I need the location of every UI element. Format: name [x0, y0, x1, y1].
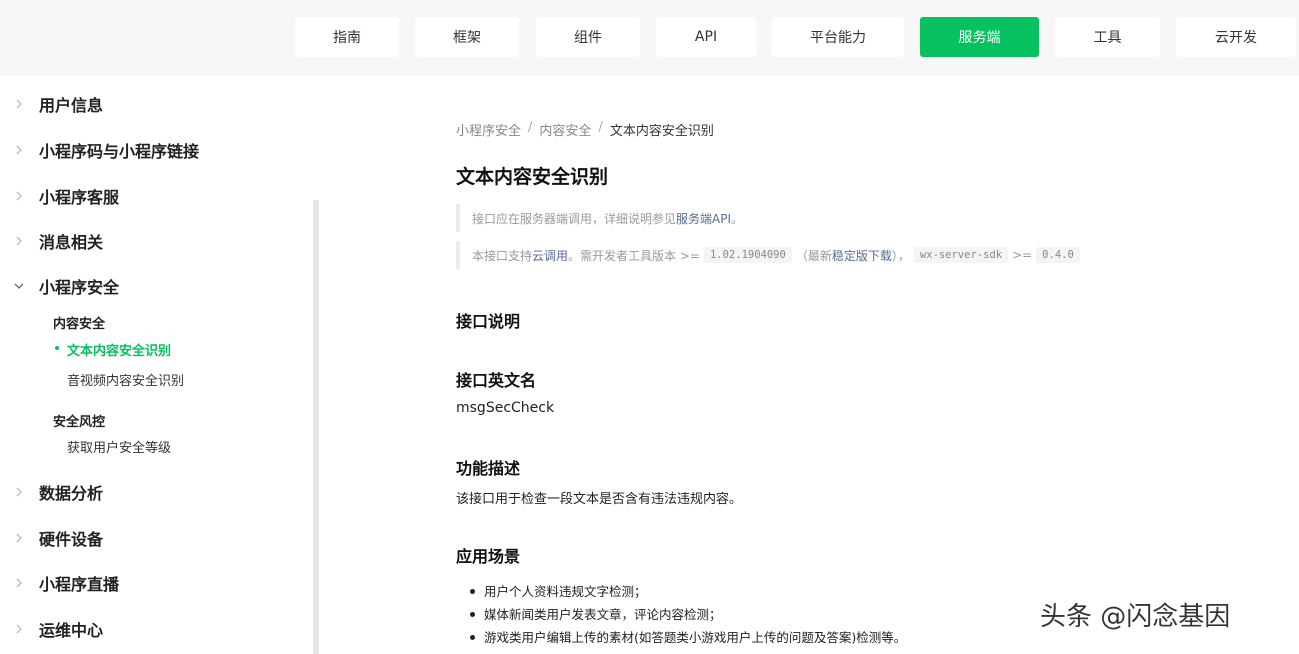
breadcrumb-link[interactable]: 小程序安全 — [456, 120, 521, 139]
chevron-right-icon — [16, 487, 22, 497]
tab-tools[interactable]: 工具 — [1055, 17, 1160, 57]
chevron-right-icon — [16, 624, 22, 634]
sidebar-scrollbar[interactable] — [313, 200, 319, 654]
main-content: 小程序安全 / 内容安全 / 文本内容安全识别 文本内容安全识别 接口应在服务器… — [320, 76, 1299, 654]
sidebar-item-label: 小程序码与小程序链接 — [39, 142, 200, 161]
sidebar-item-label: 运维中心 — [39, 621, 104, 640]
scenario-list: 用户个人资料违规文字检测； 媒体新闻类用户发表文章，评论内容检测； 游戏类用户编… — [468, 580, 906, 649]
section-heading-scenarios: 应用场景 — [456, 547, 521, 566]
section-heading-function: 功能描述 — [456, 459, 521, 478]
sidebar-item-customer-service[interactable]: 小程序客服 — [0, 181, 300, 211]
tab-framework[interactable]: 框架 — [415, 17, 519, 57]
sidebar-item-live[interactable]: 小程序直播 — [0, 568, 300, 598]
sdk-name-code: wx-server-sdk — [913, 247, 1009, 263]
current-item-dot-icon — [55, 346, 59, 350]
tab-cloud-dev[interactable]: 云开发 — [1176, 17, 1296, 57]
cloud-call-tip: 本接口支持 云调用 。需开发者工具版本 >= 1.02.1904090 （最新 … — [456, 241, 1136, 269]
tip-text: 。 — [731, 211, 744, 226]
interface-english-name: msgSecCheck — [456, 400, 555, 416]
tip-text: >= — [1012, 248, 1033, 262]
top-navigation-bar: 指南 框架 组件 API 平台能力 服务端 工具 云开发 — [0, 0, 1299, 76]
chevron-right-icon — [16, 99, 22, 109]
sidebar-item-label: 消息相关 — [39, 233, 104, 252]
sidebar: 用户信息 小程序码与小程序链接 小程序客服 消息相关 小程序安全 内容安全 文本… — [0, 76, 313, 654]
tab-platform-capability[interactable]: 平台能力 — [772, 17, 904, 57]
sidebar-item-security[interactable]: 小程序安全 — [0, 271, 300, 301]
sidebar-item-label: 数据分析 — [39, 484, 104, 503]
server-api-link[interactable]: 服务端API — [676, 210, 731, 227]
sidebar-group-risk-control[interactable]: 安全风控 — [53, 411, 105, 430]
function-description: 该接口用于检查一段文本是否含有违法违规内容。 — [456, 492, 743, 507]
sidebar-item-label: 用户信息 — [39, 96, 104, 115]
page-title: 文本内容安全识别 — [456, 166, 609, 188]
breadcrumb-separator: / — [528, 120, 533, 135]
tip-text: （最新 — [795, 248, 832, 263]
sidebar-item-label: 小程序直播 — [39, 575, 120, 594]
tab-server[interactable]: 服务端 — [920, 17, 1039, 57]
tab-guide[interactable]: 指南 — [295, 17, 399, 57]
sidebar-item-hardware[interactable]: 硬件设备 — [0, 523, 300, 553]
sidebar-item-label: 小程序客服 — [39, 188, 120, 207]
chevron-right-icon — [16, 145, 22, 155]
sidebar-subitem-text-security[interactable]: 文本内容安全识别 — [67, 340, 171, 359]
list-item: 用户个人资料违规文字检测； — [468, 580, 906, 603]
section-heading-english-name: 接口英文名 — [456, 371, 537, 390]
breadcrumb-link[interactable]: 内容安全 — [539, 120, 591, 139]
sidebar-item-qrcode-links[interactable]: 小程序码与小程序链接 — [0, 135, 300, 165]
chevron-right-icon — [16, 236, 22, 246]
tip-text: ）， — [891, 248, 910, 263]
sdk-version-code: 0.4.0 — [1036, 247, 1080, 263]
chevron-right-icon — [16, 578, 22, 588]
tab-api[interactable]: API — [656, 17, 756, 57]
sidebar-item-data-analysis[interactable]: 数据分析 — [0, 477, 300, 507]
chevron-right-icon — [16, 533, 22, 543]
list-item: 游戏类用户编辑上传的素材(如答题类小游戏用户上传的问题及答案)检测等。 — [468, 626, 906, 649]
chevron-right-icon — [16, 191, 22, 201]
tab-components[interactable]: 组件 — [536, 17, 640, 57]
tools-version-code: 1.02.1904090 — [703, 247, 792, 263]
list-item: 媒体新闻类用户发表文章，评论内容检测； — [468, 603, 906, 626]
sidebar-item-label: 硬件设备 — [39, 530, 104, 549]
section-heading-interface-desc: 接口说明 — [456, 312, 521, 331]
tip-text: 接口应在服务器端调用，详细说明参见 — [472, 211, 677, 226]
stable-download-link[interactable]: 稳定版下载 — [832, 247, 892, 264]
breadcrumb: 小程序安全 / 内容安全 / 文本内容安全识别 — [456, 120, 714, 139]
breadcrumb-separator: / — [598, 120, 603, 135]
tip-text: 本接口支持 — [472, 248, 533, 263]
sidebar-group-content-security[interactable]: 内容安全 — [53, 313, 105, 332]
tip-text: 。需开发者工具版本 >= — [568, 248, 700, 263]
watermark-text: 头条 @闪念基因 — [1040, 602, 1231, 632]
server-call-tip: 接口应在服务器端调用，详细说明参见 服务端API 。 — [456, 204, 1136, 232]
sidebar-item-ops-center[interactable]: 运维中心 — [0, 614, 300, 644]
sidebar-subitem-media-security[interactable]: 音视频内容安全识别 — [67, 370, 184, 389]
sidebar-item-user-info[interactable]: 用户信息 — [0, 89, 300, 119]
sidebar-subitem-user-risk-rank[interactable]: 获取用户安全等级 — [67, 437, 171, 456]
cloud-call-link[interactable]: 云调用 — [532, 247, 568, 264]
sidebar-item-label: 小程序安全 — [39, 278, 120, 297]
sidebar-item-messages[interactable]: 消息相关 — [0, 226, 300, 256]
chevron-down-icon — [14, 283, 24, 289]
breadcrumb-current: 文本内容安全识别 — [609, 124, 714, 139]
